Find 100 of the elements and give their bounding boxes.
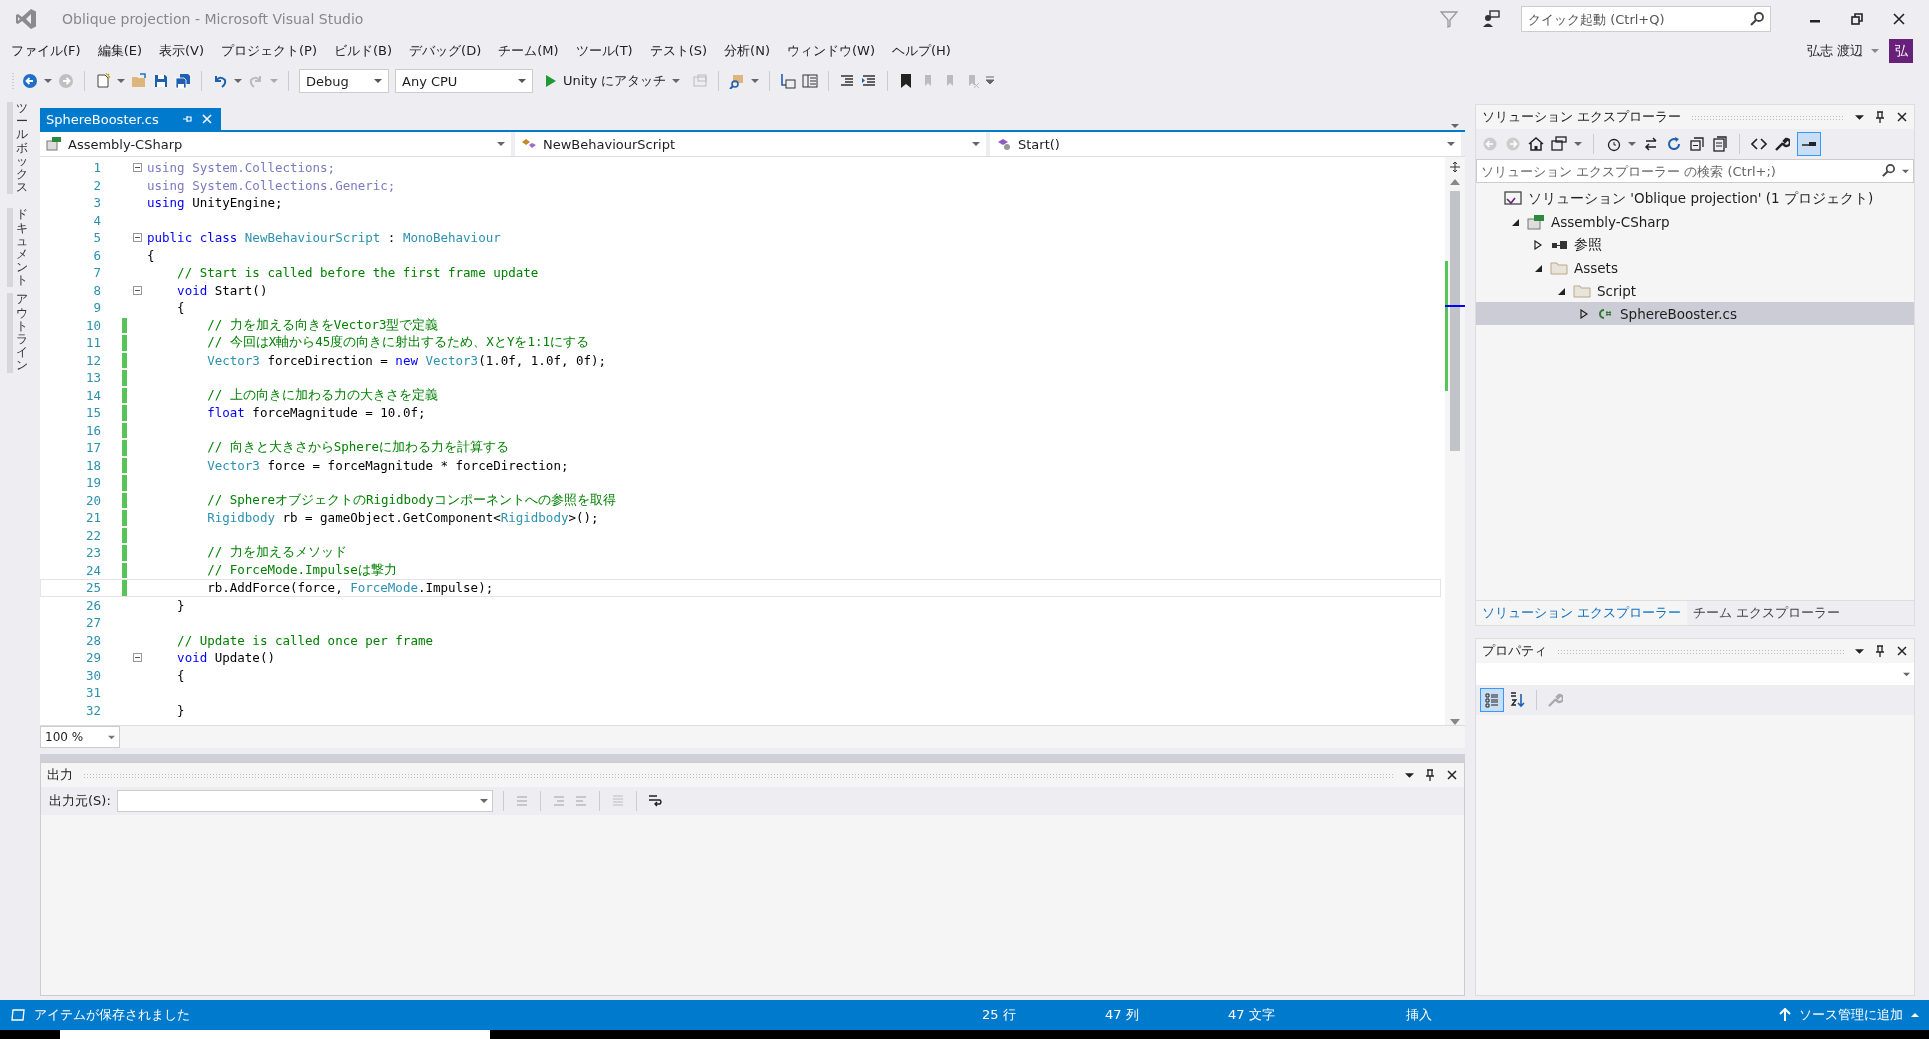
save-all-icon[interactable] — [175, 73, 191, 89]
menu-item[interactable]: ツール(T) — [572, 42, 642, 60]
user-name[interactable]: 弘志 渡辺 — [1806, 42, 1863, 60]
menu-item[interactable]: 分析(N) — [721, 42, 779, 60]
caret-icon[interactable] — [1902, 168, 1909, 175]
pending-changes-icon[interactable] — [1605, 136, 1621, 152]
close-icon[interactable] — [1896, 645, 1908, 657]
menu-item[interactable]: デバッグ(D) — [406, 42, 491, 60]
quick-launch-field[interactable]: クイック起動 (Ctrl+Q) — [1521, 6, 1771, 32]
collapse-all-icon[interactable] — [1689, 136, 1705, 152]
folder-icon[interactable] — [131, 73, 147, 89]
find-in-files-icon[interactable] — [729, 73, 746, 89]
tree-item[interactable]: ソリューション 'Oblique projection' (1 プロジェクト) — [1476, 187, 1914, 210]
caret-icon — [497, 140, 505, 148]
menu-item[interactable]: ビルド(B) — [331, 42, 402, 60]
collapsed-arrow-icon[interactable] — [1533, 239, 1543, 250]
caret-icon[interactable] — [1871, 47, 1879, 55]
platform-dropdown[interactable]: Any CPU — [395, 69, 533, 93]
menu-item[interactable]: 表示(V) — [156, 42, 214, 60]
attach-button[interactable]: Unity にアタッチ — [539, 70, 687, 92]
collapse-icon[interactable] — [133, 653, 142, 663]
user-avatar[interactable]: 弘 — [1889, 39, 1913, 63]
line-number: 26 — [84, 597, 101, 613]
collapsed-arrow-icon[interactable] — [1579, 308, 1589, 319]
line-number: 21 — [84, 510, 101, 526]
source-label: 出力元(S): — [49, 792, 111, 810]
code-line: } — [176, 702, 185, 718]
caret-icon[interactable] — [44, 77, 52, 85]
menu-item[interactable]: チーム(M) — [495, 42, 568, 60]
caret-up-icon[interactable] — [1911, 1011, 1919, 1019]
save-icon[interactable] — [153, 73, 169, 89]
close-icon[interactable] — [1446, 769, 1458, 781]
tree-item[interactable]: Assets — [1476, 256, 1914, 279]
collapse-icon[interactable] — [133, 163, 142, 173]
menu-item[interactable]: ファイル(F) — [8, 42, 90, 60]
step-icon[interactable] — [780, 73, 797, 89]
scroll-thumb[interactable] — [1450, 191, 1460, 451]
scroll-up-icon[interactable] — [1450, 179, 1460, 185]
tree-item[interactable]: Script — [1476, 279, 1914, 302]
show-all-files-icon[interactable] — [1712, 136, 1728, 152]
configuration-dropdown[interactable]: Debug — [299, 69, 389, 93]
menu-item[interactable]: ウィンドウ(W) — [784, 42, 884, 60]
sync-icon[interactable] — [1643, 136, 1659, 152]
back-icon[interactable] — [22, 73, 38, 89]
side-tab[interactable]: ツールボックス — [6, 102, 28, 195]
collapse-icon[interactable] — [133, 233, 142, 243]
tree-item[interactable]: SphereBooster.cs — [1476, 302, 1914, 325]
overflow-caret-icon[interactable] — [986, 76, 995, 86]
wrench-icon[interactable] — [1774, 136, 1790, 152]
feedback-icon[interactable] — [1481, 9, 1501, 29]
source-control-button[interactable]: ソース管理に追加 — [1799, 1006, 1903, 1024]
sync-view-icon[interactable] — [1551, 136, 1567, 152]
menu-item[interactable]: プロジェクト(P) — [218, 42, 326, 60]
code-icon[interactable] — [1751, 136, 1767, 152]
list-icon — [1484, 692, 1500, 708]
restore-icon[interactable] — [1849, 11, 1865, 27]
preview-toggle[interactable] — [1797, 132, 1821, 156]
pin-icon[interactable] — [1874, 111, 1886, 123]
menu-item[interactable]: ヘルプ(H) — [889, 42, 960, 60]
caret-icon[interactable] — [1628, 140, 1636, 148]
line-number: 3 — [92, 195, 101, 211]
solution-search-field[interactable]: ソリューション エクスプローラー の検索 (Ctrl+;) — [1476, 159, 1914, 183]
new-project-icon[interactable] — [95, 73, 111, 89]
sort-icon[interactable] — [1510, 692, 1526, 708]
dropdown-caret-icon[interactable] — [1855, 112, 1864, 122]
dropdown-caret-icon[interactable] — [1405, 770, 1414, 780]
columns-icon[interactable] — [802, 73, 819, 89]
line-number: 16 — [84, 422, 101, 438]
outdent-icon[interactable] — [839, 73, 856, 89]
word-wrap-icon[interactable] — [646, 793, 663, 809]
code-line: void Start() — [176, 282, 268, 298]
tree-item[interactable]: 参照 — [1476, 233, 1914, 256]
panel-tab[interactable]: ソリューション エクスプローラー — [1476, 601, 1688, 625]
undo-icon[interactable] — [212, 73, 228, 89]
scrollbar[interactable] — [1445, 157, 1465, 725]
caret-icon[interactable] — [751, 77, 760, 85]
home-icon[interactable] — [1528, 136, 1544, 152]
menu-item[interactable]: 編集(E) — [94, 42, 151, 60]
panel-tab[interactable]: チーム エクスプローラー — [1687, 601, 1847, 625]
caret-icon[interactable] — [1574, 140, 1582, 148]
indent-icon[interactable] — [861, 73, 878, 89]
refresh-icon[interactable] — [1666, 136, 1682, 152]
close-icon[interactable] — [1896, 111, 1908, 123]
menu-item[interactable]: テスト(S) — [646, 42, 717, 60]
dropdown-caret-icon[interactable] — [1855, 646, 1864, 656]
collapse-icon[interactable] — [133, 285, 142, 295]
caret-icon[interactable] — [234, 77, 242, 85]
caret-icon[interactable] — [117, 77, 125, 85]
side-tab[interactable]: ドキュメント アウトライン — [6, 208, 28, 373]
pin-icon[interactable] — [1424, 769, 1436, 781]
split-icon[interactable] — [1449, 161, 1461, 173]
categorized-toggle[interactable] — [1480, 688, 1504, 712]
zoom-dropdown[interactable]: 100 % — [40, 726, 120, 748]
tab-list-caret-icon[interactable] — [1451, 122, 1459, 130]
code-line: using System.Collections; — [147, 160, 336, 176]
close-icon[interactable] — [1891, 11, 1907, 27]
tree-item[interactable]: Assembly-CSharp — [1476, 210, 1914, 233]
panel-title: プロパティ — [1482, 642, 1547, 660]
notification-icon[interactable] — [10, 1007, 26, 1023]
pin-icon[interactable] — [1874, 645, 1886, 657]
